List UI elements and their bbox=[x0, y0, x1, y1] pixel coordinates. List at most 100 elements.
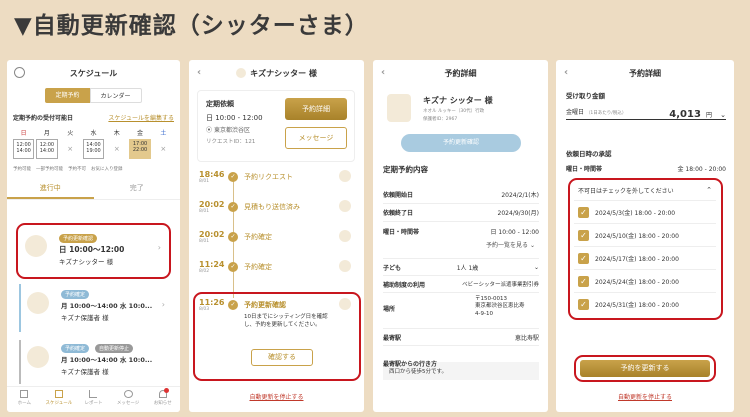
per-day-note: （1日あたり/税込） bbox=[585, 111, 627, 116]
status-badge: 予約確定 bbox=[61, 290, 90, 299]
stop-auto-renew-link[interactable]: 自動更新を停止する bbox=[556, 392, 734, 401]
user-icon[interactable] bbox=[14, 67, 25, 78]
avatar bbox=[387, 94, 411, 122]
bottom-nav: ホーム スケジュール レポート メッセージ お知らせ bbox=[7, 386, 180, 412]
legend: 予約可能 一部予約可能 予約不可 お気に入り登録 bbox=[7, 161, 180, 177]
booking-card[interactable]: 予約確定 自動更新停止 月 10:00〜14:00 水 10:0... キズナ保… bbox=[19, 340, 169, 384]
header-title: 予約詳細 bbox=[629, 68, 661, 78]
request-place: 東京都渋谷区 bbox=[213, 127, 250, 134]
card-name: キズナ保護者 様 bbox=[61, 314, 109, 322]
detail-rows: 依頼開始日 2024/2/1(木) 依頼終了日 2024/9/30(月) 曜日・… bbox=[383, 186, 539, 380]
link-label: 予約一覧を見る bbox=[486, 242, 529, 249]
schedule-tabs: 定期予約 カレンダー bbox=[7, 88, 180, 103]
day-slot[interactable]: 14:00 19:00 bbox=[82, 139, 105, 159]
day-slot[interactable]: × bbox=[153, 139, 174, 159]
tab-calendar[interactable]: カレンダー bbox=[89, 88, 142, 103]
address: 東京都渋谷区恵比寿 bbox=[475, 303, 525, 310]
row-key: 最寄駅 bbox=[383, 334, 402, 342]
tab-done[interactable]: 完了 bbox=[94, 179, 181, 199]
calendar-icon bbox=[54, 390, 63, 398]
day-slot[interactable]: × bbox=[60, 139, 81, 159]
notification-dot bbox=[164, 388, 170, 393]
sitter-icon bbox=[339, 170, 351, 182]
guardian-icon bbox=[339, 200, 351, 212]
receive-row: 金曜日 （1日あたり/税込） 4,013 円 ⌄ bbox=[566, 104, 726, 120]
renew-check-button[interactable]: 予約更新確認 bbox=[401, 134, 521, 152]
row-key: 依頼終了日 bbox=[383, 210, 414, 217]
detail-header: ‹ 予約詳細 bbox=[556, 60, 734, 86]
chevron-down-icon[interactable]: ⌄ bbox=[534, 264, 539, 271]
avatar bbox=[236, 68, 247, 78]
request-id: リクエストID：121 bbox=[206, 139, 256, 145]
row-value: 1人 1歳 bbox=[456, 264, 479, 272]
booking-card[interactable]: 予約確定 月 10:00〜14:00 水 10:0... キズナ保護者 様 › bbox=[19, 284, 169, 332]
nav-report[interactable]: レポート bbox=[76, 387, 111, 412]
receive-title: 受け取り金額 bbox=[566, 92, 605, 100]
row-value: 恵比寿駅 bbox=[514, 334, 539, 342]
step-label: 予約リクエスト bbox=[244, 173, 293, 181]
detail-button[interactable]: 予約詳細 bbox=[285, 98, 347, 120]
card-time: 月 10:00〜14:00 水 10:0... bbox=[61, 302, 153, 310]
address-number: 4-9-10 bbox=[475, 310, 493, 317]
weekday-label: 金曜日 bbox=[566, 109, 585, 116]
chevron-down-icon[interactable]: ⌄ bbox=[720, 111, 726, 119]
section-title: 定期予約内容 bbox=[383, 165, 428, 174]
row-key: 補助制度の利用 bbox=[383, 281, 426, 289]
nav-home[interactable]: ホーム bbox=[7, 387, 42, 412]
approve-title: 依頼日時の承認 bbox=[566, 150, 612, 158]
profile-name: キズナ シッター 様 bbox=[423, 96, 493, 105]
nav-message[interactable]: メッセージ bbox=[111, 387, 146, 412]
day-slot[interactable]: 12:00 14:00 bbox=[36, 139, 58, 159]
nav-label: スケジュール bbox=[45, 401, 73, 406]
chevron-down-icon: ⌄ bbox=[529, 242, 535, 249]
row-key: 依頼開始日 bbox=[383, 192, 414, 199]
card-name: キズナ保護者 様 bbox=[61, 368, 109, 376]
edit-schedule-link[interactable]: スケジュールを編集する bbox=[108, 113, 174, 122]
timeline: 18:46 8/01 ✓ 予約リクエスト 20:02 8/01 ✓ 見積もり送信… bbox=[199, 170, 359, 290]
profile-block: キズナ シッター 様 ネオル ルッキー（30代）行政 保護者ID：2967 bbox=[383, 92, 543, 132]
request-time: 日 10:00 - 12:00 bbox=[206, 114, 263, 122]
schedule-screen: スケジュール 定期予約 カレンダー 定期予約の受付可能日 スケジュールを編集する… bbox=[7, 60, 180, 412]
row-key: 子ども bbox=[383, 264, 402, 272]
step-label: 予約確定 bbox=[244, 263, 272, 271]
highlight-box bbox=[193, 292, 361, 381]
check-icon: ✓ bbox=[228, 202, 238, 212]
day-slot[interactable]: 12:00 14:00 bbox=[13, 139, 35, 159]
legend-item: 予約可能 bbox=[13, 167, 31, 172]
booking-detail-screen: ‹ 予約詳細 キズナ シッター 様 ネオル ルッキー（30代）行政 保護者ID：… bbox=[373, 60, 548, 412]
card-time: 月 10:00〜14:00 水 10:0... bbox=[61, 356, 153, 364]
nav-label: メッセージ bbox=[116, 401, 140, 406]
sitter-thread-screen: ‹ キズナシッター 様 定期依頼 日 10:00 - 12:00 ⦿ 東京都渋谷… bbox=[189, 60, 364, 412]
tab-regular[interactable]: 定期予約 bbox=[45, 88, 90, 103]
booking-list-link[interactable]: 予約一覧を見る ⌄ bbox=[383, 240, 539, 258]
timeline-step: 18:46 8/01 ✓ 予約リクエスト bbox=[199, 170, 359, 200]
legend-item: お気に入り登録 bbox=[91, 167, 123, 172]
legend-item: 予約不可 bbox=[68, 167, 86, 172]
yen-unit: 円 bbox=[706, 112, 713, 119]
avatar bbox=[27, 292, 49, 314]
check-icon: ✓ bbox=[228, 262, 238, 272]
nav-notice[interactable]: お知らせ bbox=[145, 387, 180, 412]
back-icon[interactable]: ‹ bbox=[564, 67, 568, 78]
timeline-step: 20:02 8/01 ✓ 見積もり送信済み bbox=[199, 200, 359, 230]
timeline-step: 20:02 8/01 ✓ 予約確定 bbox=[199, 230, 359, 260]
back-icon[interactable]: ‹ bbox=[197, 67, 201, 78]
stop-auto-renew-link[interactable]: 自動更新を停止する bbox=[189, 392, 364, 401]
row-value: 日 10:00 - 12:00 bbox=[490, 228, 539, 236]
legend-item: 一部予約可能 bbox=[36, 167, 63, 172]
profile-sub: ネオル ルッキー（30代）行政 bbox=[423, 109, 485, 114]
step-time: 20:02 bbox=[199, 230, 225, 239]
day-slot[interactable]: 17:00 22:00 bbox=[129, 139, 151, 159]
message-button[interactable]: メッセージ bbox=[285, 127, 347, 149]
back-icon[interactable]: ‹ bbox=[381, 67, 385, 78]
day-label: 木 bbox=[113, 130, 120, 137]
day-slot[interactable]: × bbox=[106, 139, 127, 159]
page-title: ▼自動更新確認（シッターさま） bbox=[14, 13, 369, 39]
row-key: 場所 bbox=[383, 306, 396, 313]
message-icon bbox=[123, 390, 133, 398]
day-label: 水 bbox=[90, 130, 97, 137]
day-label: 日 bbox=[20, 130, 27, 137]
tab-active[interactable]: 進行中 bbox=[7, 179, 94, 199]
nav-schedule[interactable]: スケジュール bbox=[42, 387, 77, 412]
header-title: スケジュール bbox=[69, 68, 118, 78]
